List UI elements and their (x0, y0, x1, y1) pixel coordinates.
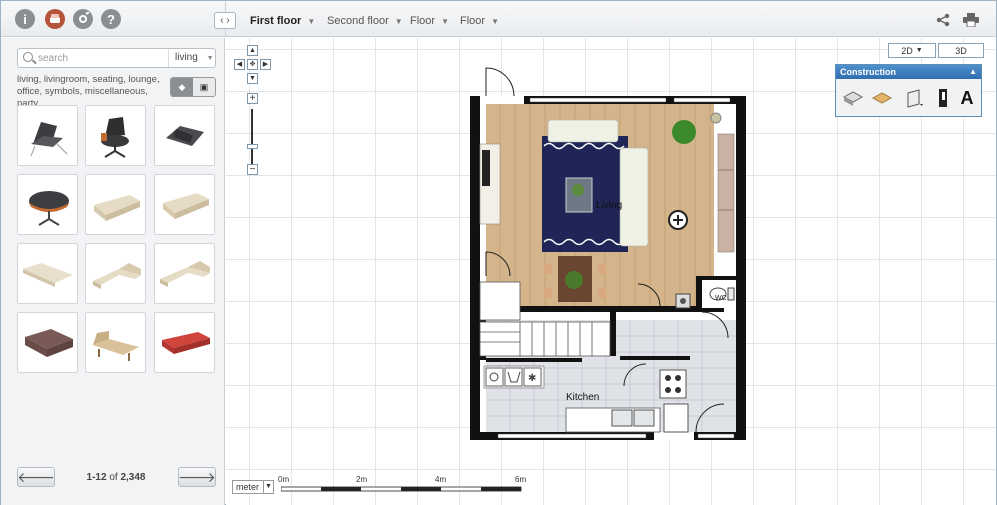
scale-label-0: 0m (278, 475, 290, 484)
tab-label: Floor (410, 15, 436, 27)
arrow-left-icon: 🡐 (17, 468, 55, 485)
view-3d-label: 3D (955, 45, 967, 56)
catalog-item-eames-chair[interactable] (85, 105, 146, 166)
construction-panel-header[interactable]: Construction ▲ (836, 65, 981, 79)
floorplan-canvas[interactable]: ▲ ◀ ✥ ▶ ▼ + − 2D ▼ 3D Construction ▲ A ✱… (226, 38, 996, 505)
floor-prev-next-button[interactable]: ‹ › (214, 12, 236, 29)
tab-floor-4[interactable]: Floor ▼ (460, 15, 499, 27)
catalog-item-brown-sofa[interactable] (17, 312, 78, 373)
settings-icon[interactable] (73, 9, 93, 29)
app-window: i ? ‹ › First floor ▼ Second floor ▼ Floor… (0, 0, 997, 505)
catalog-item-red-sofa[interactable] (154, 312, 215, 373)
tab-label: Second floor (327, 15, 389, 27)
chevron-down-icon: ▼ (307, 16, 316, 26)
next-page-button[interactable]: 🡒 (178, 467, 216, 487)
zoom-in-button[interactable]: + (247, 93, 258, 104)
pan-center-button[interactable]: ✥ (247, 59, 258, 70)
view-2d-button[interactable]: 2D ▼ (888, 43, 936, 58)
pager-total: 2,348 (120, 472, 146, 483)
help-icon[interactable]: ? (101, 9, 121, 29)
scale-label-6: 6m (515, 475, 527, 484)
prev-page-button[interactable]: 🡐 (17, 467, 55, 487)
window-tool-icon[interactable] (932, 87, 954, 109)
catalog-item-sofa-2[interactable] (154, 174, 215, 235)
tab-label: Floor (460, 15, 486, 27)
pager-range: 1-12 (86, 472, 107, 483)
view-2d-label: 2D (901, 45, 913, 56)
view-3d-button[interactable]: 3D (938, 43, 984, 58)
svg-text:✱: ✱ (528, 373, 536, 384)
search-input[interactable]: search living ▼ (17, 48, 216, 68)
catalog-item-recliner[interactable] (154, 105, 215, 166)
tab-label: First floor (250, 15, 302, 27)
room-label-living[interactable]: Living (596, 200, 622, 211)
pager-of: of (109, 472, 118, 483)
catalog-item-sofa[interactable] (85, 174, 146, 235)
room-label-kitchen[interactable]: Kitchen (566, 392, 599, 403)
wall-tool-icon[interactable] (842, 87, 864, 109)
text-tool-icon[interactable]: A (956, 87, 978, 109)
print-icon[interactable] (963, 13, 979, 30)
tab-first-floor[interactable]: First floor ▼ (250, 15, 315, 27)
category-label: living (175, 52, 198, 63)
pan-up-button[interactable]: ▲ (247, 45, 258, 56)
pan-down-button[interactable]: ▼ (247, 73, 258, 84)
catalog-item-corner-sofa[interactable] (85, 243, 146, 304)
zoom-slider[interactable] (251, 109, 253, 164)
zoom-out-button[interactable]: − (247, 164, 258, 175)
chevron-down-icon: ▼ (394, 16, 403, 26)
info-icon[interactable]: i (15, 9, 35, 29)
scale-label-2: 2m (356, 475, 368, 484)
scale-label-4: 4m (435, 475, 447, 484)
unit-label: meter (236, 482, 260, 492)
pager-status: 1-12 of 2,348 (61, 472, 171, 483)
search-icon (23, 52, 33, 62)
top-toolbar: i ? ‹ › First floor ▼ Second floor ▼ Floor… (1, 1, 996, 37)
catalog-item-corner-sofa-2[interactable] (154, 243, 215, 304)
collapse-icon[interactable]: ▲ (969, 65, 977, 79)
chevron-down-icon: ▼ (263, 481, 273, 493)
2d-view-icon[interactable]: ▣ (193, 78, 215, 96)
search-placeholder: search (38, 53, 69, 64)
catalog-item-chaise-longue[interactable] (85, 312, 146, 373)
pan-left-button[interactable]: ◀ (234, 59, 245, 70)
catalog-item-lounge-chair[interactable] (17, 105, 78, 166)
catalog-item-long-sofa[interactable] (17, 243, 78, 304)
tab-floor-3[interactable]: Floor ▼ (410, 15, 449, 27)
share-icon[interactable] (936, 13, 950, 30)
category-select[interactable]: living ▼ (168, 49, 214, 67)
unit-select[interactable]: meter ▼ (232, 480, 274, 494)
floorplan-drawing[interactable]: ✱ (470, 66, 760, 446)
chevron-down-icon: ▼ (206, 55, 214, 62)
tab-second-floor[interactable]: Second floor ▼ (327, 15, 403, 27)
chevron-down-icon: ▼ (441, 16, 449, 26)
3d-view-icon[interactable]: ◆ (171, 78, 193, 96)
arrow-right-icon: 🡒 (178, 468, 216, 485)
construction-panel: Construction ▲ A (835, 64, 982, 117)
furniture-icon[interactable] (45, 9, 65, 29)
scale-bar (281, 486, 522, 492)
view-toggle[interactable]: ◆ ▣ (170, 77, 216, 97)
room-label-wc[interactable]: WC (715, 295, 727, 302)
pan-right-button[interactable]: ▶ (260, 59, 271, 70)
panel-title: Construction (840, 67, 896, 77)
catalog-sidebar: search living ▼ living, livingroom, seat… (1, 38, 225, 505)
chevron-down-icon: ▼ (491, 16, 499, 26)
zoom-handle[interactable] (247, 144, 258, 149)
door-tool-icon[interactable] (904, 87, 926, 109)
catalog-item-ottoman[interactable] (17, 174, 78, 235)
floor-tool-icon[interactable] (871, 87, 893, 109)
chevron-down-icon: ▼ (915, 47, 923, 54)
